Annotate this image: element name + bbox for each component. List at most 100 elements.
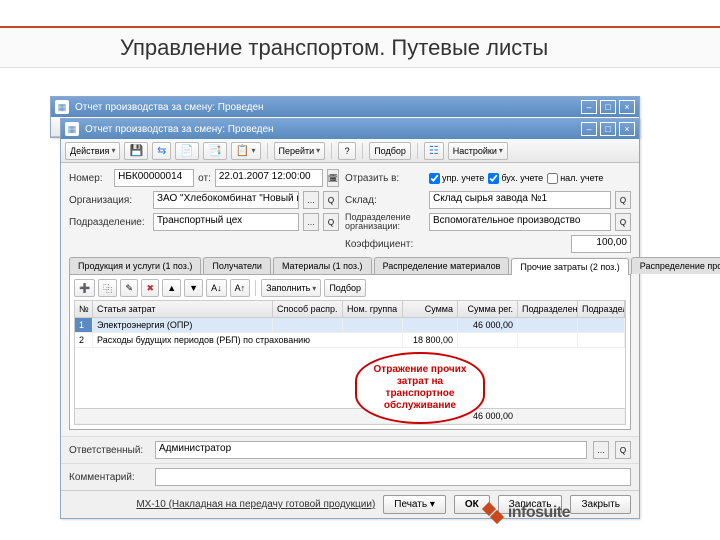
grid-footer: 10 000,00 46 000,00	[75, 408, 625, 424]
titlebar-1: ▦ Отчет производства за смену: Проведен …	[51, 97, 639, 117]
dept-open-icon[interactable]: Q	[323, 213, 339, 231]
row-up-icon[interactable]: ▲	[162, 279, 181, 297]
orgdept-field[interactable]: Вспомогательное производство	[429, 213, 611, 231]
col-stat: Статья затрат	[93, 301, 273, 317]
tb-save-icon[interactable]: 💾	[124, 142, 148, 160]
fill-menu[interactable]: Заполнить	[261, 279, 321, 297]
col-n: №	[75, 301, 93, 317]
window-title-1: Отчет производства за смену: Проведен	[75, 102, 264, 113]
number-field[interactable]: НБК00000014	[114, 169, 194, 187]
col-dept: Подразделение	[518, 301, 578, 317]
comment-row: Комментарий:	[61, 463, 639, 490]
row-sort-asc-icon[interactable]: A↓	[206, 279, 227, 297]
tb-extra-icon[interactable]: ☷	[424, 142, 444, 160]
logo-icon	[484, 504, 502, 522]
resp-row: Ответственный: Администратор … Q	[61, 436, 639, 463]
grid-header: № Статья затрат Способ распр. Ном. групп…	[75, 301, 625, 318]
actions-menu[interactable]: Действия	[65, 142, 120, 160]
doc-icon: ▦	[55, 100, 69, 114]
table-row[interactable]: 2 Расходы будущих периодов (РБП) по стра…	[75, 333, 625, 348]
window-title-2: Отчет производства за смену: Проведен	[85, 124, 274, 135]
org-label: Организация:	[69, 195, 149, 206]
form-body: Номер: НБК00000014 от: 22.01.2007 12:00:…	[61, 163, 639, 436]
tb-copy-icon[interactable]: 📑	[203, 142, 227, 160]
doc-icon-2: ▦	[65, 122, 79, 136]
orgdept-open-icon[interactable]: Q	[615, 213, 631, 231]
grid-empty: Отражение прочих затрат на транспортное …	[75, 348, 625, 408]
row-down-icon[interactable]: ▼	[184, 279, 203, 297]
number-label: Номер:	[69, 173, 110, 184]
dept-label: Подразделение:	[69, 217, 149, 228]
col-nomgrp: Ном. группа	[343, 301, 403, 317]
coeff-field[interactable]: 100,00	[571, 235, 631, 253]
store-open-icon[interactable]: Q	[615, 191, 631, 209]
table-row[interactable]: 1 Электроэнергия (ОПР) 46 000,00	[75, 318, 625, 333]
tb-post-icon[interactable]: ⇆	[152, 142, 171, 160]
logo: infosuite	[484, 504, 570, 522]
close-btn-1[interactable]: ×	[619, 100, 635, 114]
tab-content: ➕ ⿻ ✎ ✖ ▲ ▼ A↓ A↑ Заполнить Подбор № Ста…	[69, 275, 631, 430]
orgdept-label: Подразделение организации:	[345, 213, 425, 231]
row-edit-icon[interactable]: ✎	[120, 279, 138, 297]
col-sumr: Сумма рег.	[458, 301, 518, 317]
tab-other-costs[interactable]: Прочие затраты (2 поз.)	[511, 258, 628, 275]
tab-materials[interactable]: Материалы (1 поз.)	[273, 257, 372, 274]
callout: Отражение прочих затрат на транспортное …	[355, 352, 485, 424]
pick-btn-2[interactable]: Подбор	[324, 279, 366, 297]
comment-label: Комментарий:	[69, 472, 149, 483]
date-label: от:	[198, 173, 211, 184]
resp-field[interactable]: Администратор	[155, 441, 587, 459]
row-sort-desc-icon[interactable]: A↑	[230, 279, 251, 297]
max-btn-2[interactable]: □	[600, 122, 616, 136]
org-pick-icon[interactable]: …	[303, 191, 319, 209]
close-button[interactable]: Закрыть	[570, 495, 631, 514]
logo-text: infosuite	[508, 504, 570, 522]
org-field[interactable]: ЗАО "Хлебокомбинат "Новый век"	[153, 191, 299, 209]
max-btn-1[interactable]: □	[600, 100, 616, 114]
calendar-icon[interactable]: 🗓	[327, 169, 339, 187]
slide-title-bar: Управление транспортом. Путевые листы	[0, 26, 720, 68]
chk-mgmt[interactable]: упр. учете	[429, 173, 484, 184]
titlebar-2: ▦ Отчет производства за смену: Проведен …	[61, 119, 639, 139]
min-btn-2[interactable]: –	[581, 122, 597, 136]
chk-tax[interactable]: нал. учете	[547, 173, 603, 184]
tab-recipients[interactable]: Получатели	[203, 257, 271, 274]
date-field[interactable]: 22.01.2007 12:00:00	[215, 169, 323, 187]
min-btn-1[interactable]: –	[581, 100, 597, 114]
settings-menu[interactable]: Настройки	[448, 142, 508, 160]
comment-field[interactable]	[155, 468, 631, 486]
col-sum: Сумма	[403, 301, 458, 317]
resp-pick-icon[interactable]: …	[593, 441, 609, 459]
help-icon[interactable]: ?	[338, 142, 356, 160]
resp-label: Ответственный:	[69, 445, 149, 456]
slide-title: Управление транспортом. Путевые листы	[120, 35, 548, 61]
print-button[interactable]: Печать ▾	[383, 495, 446, 514]
mx-link[interactable]: МХ-10 (Накладная на передачу готовой про…	[136, 499, 375, 510]
coeff-label: Коэффициент:	[345, 239, 425, 250]
row-copy-icon[interactable]: ⿻	[98, 279, 117, 297]
dept-field[interactable]: Транспортный цех	[153, 213, 299, 231]
grid-toolbar: ➕ ⿻ ✎ ✖ ▲ ▼ A↓ A↑ Заполнить Подбор	[74, 279, 626, 297]
dept-pick-icon[interactable]: …	[303, 213, 319, 231]
store-label: Склад:	[345, 195, 425, 206]
pick-btn[interactable]: Подбор	[369, 142, 411, 160]
tab-other-dist[interactable]: Распределение прочих зат...	[631, 257, 720, 274]
col-orgdept: Подразделен...	[578, 301, 625, 317]
costs-grid[interactable]: № Статья затрат Способ распр. Ном. групп…	[74, 300, 626, 425]
tb-doc-icon[interactable]: 📄	[175, 142, 199, 160]
tb-base-icon[interactable]: 📋	[231, 142, 261, 160]
tabs: Продукция и услуги (1 поз.) Получатели М…	[69, 257, 631, 275]
org-open-icon[interactable]: Q	[323, 191, 339, 209]
tab-products[interactable]: Продукция и услуги (1 поз.)	[69, 257, 201, 274]
reflect-label: Отразить в:	[345, 173, 425, 184]
close-btn-2[interactable]: ×	[619, 122, 635, 136]
col-way: Способ распр.	[273, 301, 343, 317]
row-del-icon[interactable]: ✖	[141, 279, 159, 297]
row-add-icon[interactable]: ➕	[74, 279, 95, 297]
store-field[interactable]: Склад сырья завода №1	[429, 191, 611, 209]
goto-menu[interactable]: Перейти	[274, 142, 326, 160]
chk-acc[interactable]: бух. учете	[488, 173, 543, 184]
resp-open-icon[interactable]: Q	[615, 441, 631, 459]
foreground-window: ▦ Отчет производства за смену: Проведен …	[60, 118, 640, 519]
tab-matdist[interactable]: Распределение материалов	[374, 257, 510, 274]
